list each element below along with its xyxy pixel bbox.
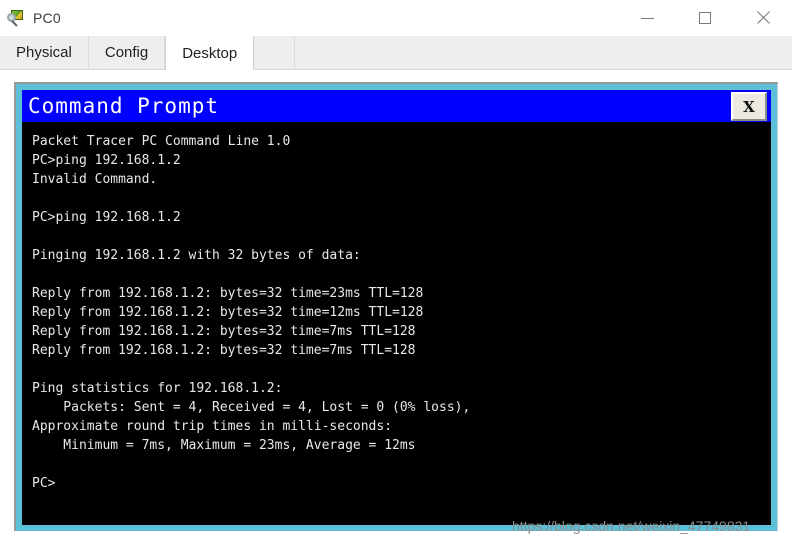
terminal-line: Minimum = 7ms, Maximum = 23ms, Average =…	[32, 438, 416, 453]
terminal-line: PC>ping 192.168.1.2	[32, 210, 181, 225]
tab-strip: Physical Config Desktop	[0, 36, 792, 71]
command-prompt-output[interactable]: Packet Tracer PC Command Line 1.0 PC>pin…	[22, 122, 771, 525]
minimize-icon	[640, 17, 654, 19]
maximize-button[interactable]	[676, 0, 734, 36]
command-prompt-close-button[interactable]: X	[731, 92, 767, 121]
terminal-line: Packets: Sent = 4, Received = 4, Lost = …	[32, 400, 471, 415]
command-prompt-frame: Command Prompt X Packet Tracer PC Comman…	[14, 82, 778, 531]
window-controls	[618, 0, 792, 36]
tab-physical[interactable]: Physical	[0, 36, 89, 69]
tab-config[interactable]: Config	[88, 36, 166, 69]
command-prompt-window: Command Prompt X Packet Tracer PC Comman…	[22, 90, 771, 525]
terminal-line: Reply from 192.168.1.2: bytes=32 time=7m…	[32, 343, 416, 358]
desktop-content-area: Command Prompt X Packet Tracer PC Comman…	[0, 70, 792, 531]
terminal-line: Reply from 192.168.1.2: bytes=32 time=23…	[32, 286, 424, 301]
pc-device-icon	[7, 9, 25, 27]
terminal-line: Approximate round trip times in milli-se…	[32, 419, 393, 434]
close-button[interactable]	[734, 0, 792, 36]
command-prompt-title: Command Prompt	[28, 94, 220, 118]
terminal-line: Reply from 192.168.1.2: bytes=32 time=12…	[32, 305, 424, 320]
window-title: PC0	[33, 10, 61, 26]
terminal-line: Invalid Command.	[32, 172, 158, 187]
window-titlebar: PC0	[0, 0, 792, 36]
terminal-line: PC>ping 192.168.1.2	[32, 153, 181, 168]
terminal-line: Reply from 192.168.1.2: bytes=32 time=7m…	[32, 324, 416, 339]
terminal-line: Pinging 192.168.1.2 with 32 bytes of dat…	[32, 248, 361, 263]
tab-strip-filler	[254, 36, 296, 69]
tab-desktop[interactable]: Desktop	[165, 36, 255, 71]
terminal-line: Ping statistics for 192.168.1.2:	[32, 381, 283, 396]
close-icon	[756, 11, 770, 25]
terminal-line: Packet Tracer PC Command Line 1.0	[32, 134, 291, 149]
maximize-icon	[699, 12, 711, 24]
minimize-button[interactable]	[618, 0, 676, 36]
command-prompt-titlebar: Command Prompt X	[22, 90, 771, 122]
terminal-line: PC>	[32, 476, 56, 491]
